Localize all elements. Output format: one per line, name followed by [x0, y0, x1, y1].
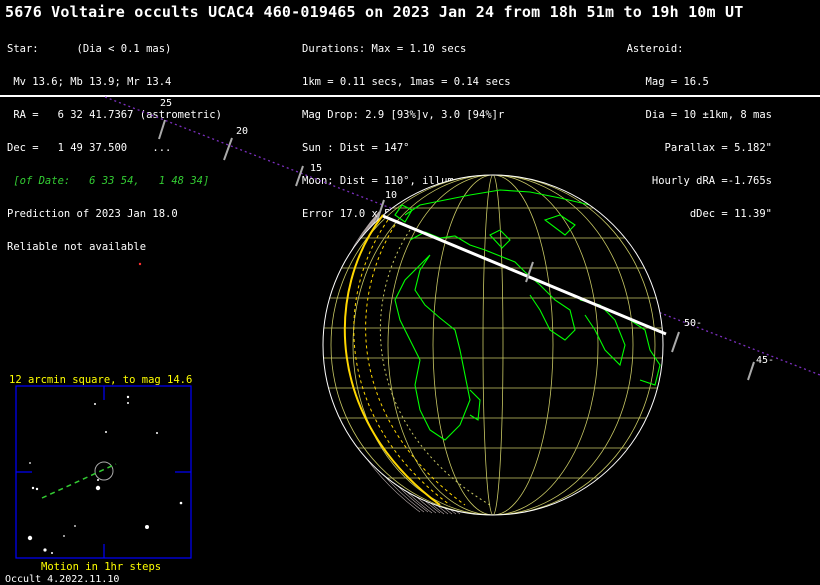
star [127, 402, 129, 404]
star [43, 548, 47, 552]
red-marker [138, 262, 142, 266]
track-tick [295, 165, 304, 187]
inset-title: 12 arcmin square, to mag 14.6 [9, 374, 193, 386]
motion-track [41, 463, 117, 499]
track-label-20: 20 [236, 126, 248, 137]
star [31, 486, 35, 490]
inset-caption: Motion in 1hr steps [41, 561, 162, 573]
star [74, 525, 76, 527]
star-chart-inset [15, 385, 192, 559]
track-tick [158, 119, 166, 140]
track-tick [671, 331, 680, 353]
star [29, 462, 31, 464]
star [105, 431, 107, 433]
track-label-50: 50- [684, 318, 702, 329]
star [179, 501, 183, 505]
star [27, 535, 33, 541]
star [94, 403, 96, 405]
track-tick [223, 137, 233, 161]
version-label: Occult 4.2022.11.10 [5, 574, 120, 585]
inset-stars [27, 395, 183, 554]
star [51, 552, 53, 554]
star [63, 535, 65, 537]
star [35, 487, 39, 491]
star [156, 432, 158, 434]
track-label-25: 25 [160, 98, 172, 109]
track-label-45: 45- [756, 355, 774, 366]
track-label-15: 15 [310, 163, 322, 174]
inset-frame [15, 385, 192, 559]
star [145, 525, 149, 529]
occultation-map: 25 20 15 10 50- 45- [15, 96, 820, 559]
track-label-10: 10 [385, 190, 397, 201]
star [126, 395, 130, 399]
star [95, 485, 101, 491]
target-circle [94, 461, 114, 481]
star [97, 479, 99, 481]
track-tick [747, 361, 755, 381]
